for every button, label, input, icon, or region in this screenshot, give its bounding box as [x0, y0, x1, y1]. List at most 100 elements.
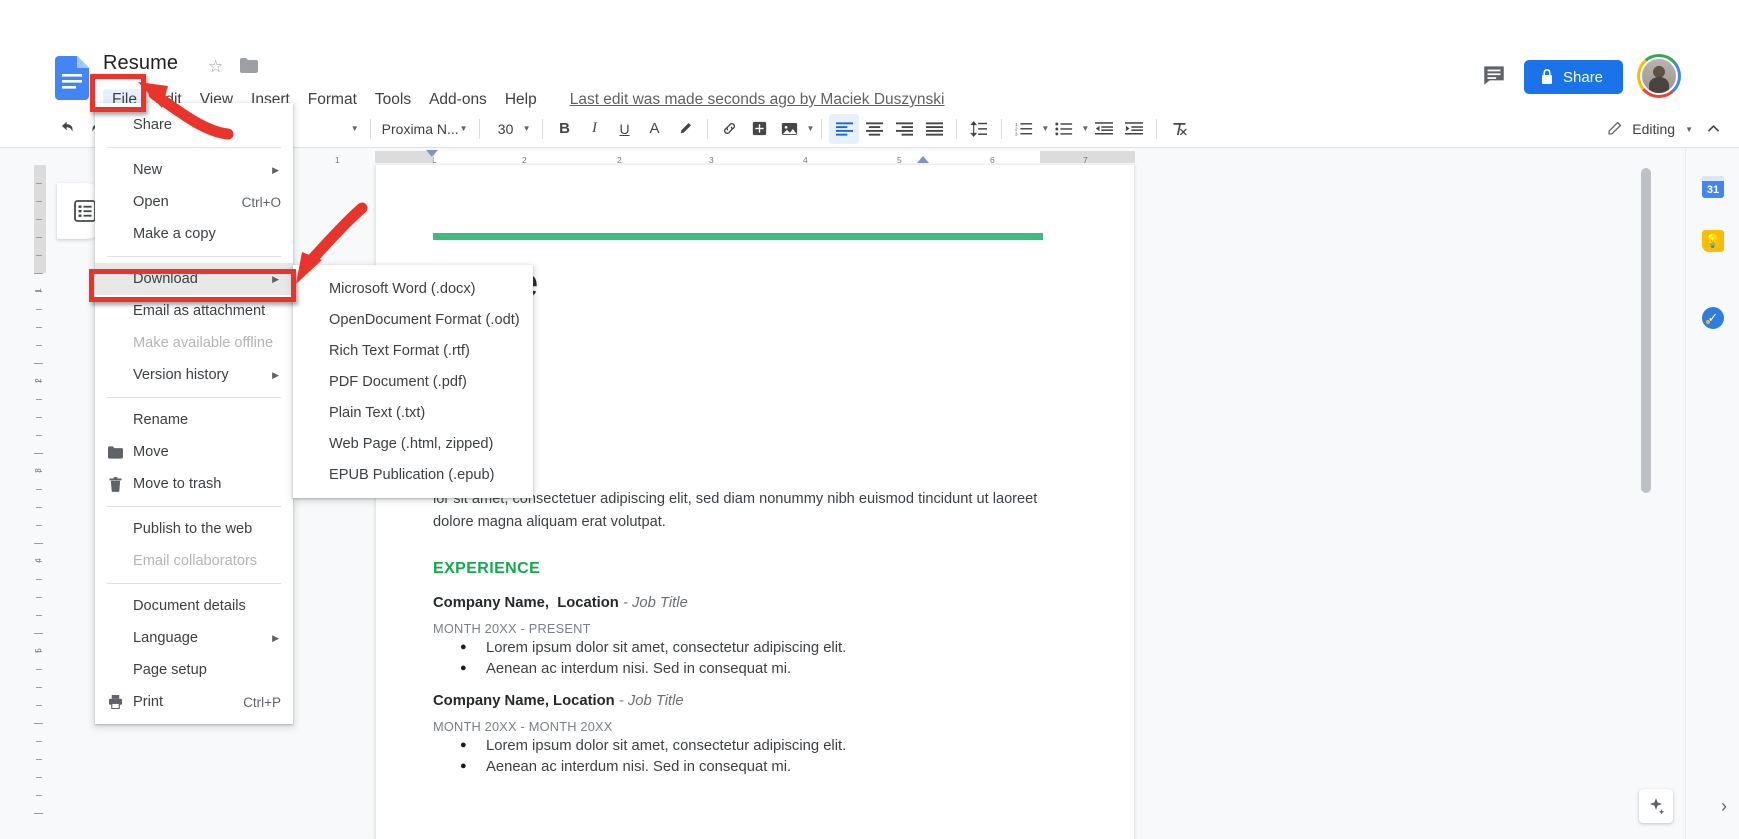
google-calendar-icon[interactable]: 31: [1702, 176, 1724, 198]
menu-item-open[interactable]: Open Ctrl+O: [95, 186, 293, 218]
star-outline-icon[interactable]: ☆: [208, 57, 223, 77]
menu-item-new[interactable]: New ▶: [95, 154, 293, 186]
menu-item-language[interactable]: Language ▶: [95, 622, 293, 654]
vruler-tick: 5: [33, 648, 43, 653]
menu-item-document-details[interactable]: Document details: [95, 590, 293, 622]
file-menu-dropdown[interactable]: Share New ▶ Open Ctrl+O Make a copy Down…: [95, 103, 293, 724]
chevron-right-icon[interactable]: ›: [1721, 796, 1727, 817]
ruler-tick: 7: [1083, 155, 1088, 165]
vertical-ruler[interactable]: 1 2 3 4 5: [31, 165, 48, 839]
align-left-icon[interactable]: [829, 113, 860, 144]
increase-indent-icon[interactable]: [1119, 114, 1149, 144]
menu-item-make-a-copy[interactable]: Make a copy: [95, 218, 293, 250]
submenu-item-txt[interactable]: Plain Text (.txt): [293, 397, 533, 428]
section-heading-experience: EXPERIENCE: [433, 560, 541, 577]
menu-item-move-to-trash[interactable]: Move to trash: [95, 468, 293, 500]
menu-item-publish-to-the-web[interactable]: Publish to the web: [95, 513, 293, 545]
menu-divider: [107, 506, 281, 507]
chevron-down-icon[interactable]: ▼: [1041, 124, 1049, 133]
chevron-right-icon: ▶: [272, 632, 279, 643]
bold-button[interactable]: B: [550, 114, 580, 144]
menu-item-print[interactable]: Print Ctrl+P: [95, 686, 293, 718]
ruler-tick: 5: [897, 155, 902, 165]
submenu-item-docx[interactable]: Microsoft Word (.docx): [293, 273, 533, 304]
ruler-tick: 2: [522, 155, 527, 165]
avatar-image: [1640, 57, 1678, 95]
menu-item-label: Make a copy: [133, 226, 216, 242]
align-justify-icon[interactable]: [919, 114, 949, 144]
right-indent-marker[interactable]: [917, 156, 929, 163]
pencil-icon: [1607, 119, 1624, 139]
folder-icon: [107, 444, 123, 460]
underline-button[interactable]: U: [610, 114, 640, 144]
hide-menus-button[interactable]: [1699, 115, 1727, 143]
add-comment-icon[interactable]: [745, 114, 775, 144]
line-spacing-icon[interactable]: [964, 114, 994, 144]
chevron-down-icon[interactable]: ▼: [807, 124, 815, 133]
submenu-item-html[interactable]: Web Page (.html, zipped): [293, 428, 533, 459]
job-bullets: Lorem ipsum dolor sit amet, consectetur …: [433, 637, 846, 680]
folder-icon[interactable]: [240, 58, 258, 73]
decrease-indent-icon[interactable]: [1089, 114, 1119, 144]
align-center-icon[interactable]: [859, 114, 889, 144]
font-size-value: 30: [497, 120, 514, 137]
download-submenu[interactable]: Microsoft Word (.docx) OpenDocument Form…: [293, 265, 533, 498]
submenu-item-odt[interactable]: OpenDocument Format (.odt): [293, 304, 533, 335]
menu-item-version-history[interactable]: Version history ▶: [95, 359, 293, 391]
first-line-indent-marker[interactable]: [426, 150, 438, 157]
image-icon[interactable]: [775, 114, 805, 144]
undo-icon[interactable]: [52, 114, 82, 144]
menu-item-label: Version history: [133, 367, 229, 383]
menu-item-make-available-offline: Make available offline: [95, 327, 293, 359]
google-docs-window: Resume ☆ File Edit View Insert Format To…: [0, 0, 1739, 839]
job-separator: -: [618, 693, 628, 709]
text-color-button[interactable]: A: [640, 114, 670, 144]
font-family-select[interactable]: Proxima N... ▼: [378, 121, 472, 137]
vruler-tick: 4: [33, 558, 43, 563]
font-size-select[interactable]: 30 ▼: [487, 121, 535, 137]
document-title[interactable]: Resume: [103, 52, 178, 75]
menu-item-label: Document details: [133, 598, 246, 614]
vertical-scrollbar[interactable]: [1641, 168, 1651, 493]
share-button[interactable]: Share: [1524, 60, 1624, 94]
highlight-pen-icon[interactable]: [670, 114, 700, 144]
submenu-item-pdf[interactable]: PDF Document (.pdf): [293, 366, 533, 397]
job-bullets: Lorem ipsum dolor sit amet, consectetur …: [433, 735, 846, 778]
editing-mode-selector[interactable]: Editing ▼: [1603, 119, 1697, 139]
toolbar-right-group: Editing ▼: [1603, 110, 1727, 148]
list-item: Lorem ipsum dolor sit amet, consectetur …: [433, 637, 846, 659]
numbered-list-icon[interactable]: 123: [1009, 114, 1039, 144]
toolbar-divider: [478, 118, 480, 139]
toolbar-divider: [1156, 118, 1158, 139]
last-edit-link[interactable]: Last edit was made seconds ago by Maciek…: [570, 91, 945, 109]
avatar[interactable]: [1637, 54, 1681, 98]
menu-tools[interactable]: Tools: [366, 89, 420, 111]
google-tasks-icon[interactable]: ✓: [1702, 307, 1724, 329]
submenu-item-epub[interactable]: EPUB Publication (.epub): [293, 459, 533, 490]
menu-format[interactable]: Format: [299, 89, 366, 111]
bulleted-list-icon[interactable]: [1049, 114, 1079, 144]
menu-item-label: Print: [133, 694, 164, 710]
italic-button[interactable]: I: [580, 114, 610, 144]
link-icon[interactable]: [715, 114, 745, 144]
list-item: Lorem ipsum dolor sit amet, consectetur …: [433, 735, 846, 757]
google-keep-icon[interactable]: 💡: [1702, 230, 1724, 252]
menu-item-label: Email collaborators: [133, 553, 258, 569]
menu-help[interactable]: Help: [496, 89, 546, 111]
menu-item-share[interactable]: Share: [95, 109, 293, 141]
comment-icon[interactable]: [1481, 62, 1507, 88]
chevron-down-icon[interactable]: ▼: [1081, 124, 1089, 133]
menu-item-rename[interactable]: Rename: [95, 404, 293, 436]
ruler-left-margin: [375, 151, 432, 163]
menu-item-email-as-attachment[interactable]: Email as attachment: [95, 295, 293, 327]
align-right-icon[interactable]: [889, 114, 919, 144]
menu-item-download[interactable]: Download ▶: [95, 263, 293, 295]
toolbar-divider: [956, 118, 958, 139]
menu-addons[interactable]: Add-ons: [420, 89, 496, 111]
submenu-item-rtf[interactable]: Rich Text Format (.rtf): [293, 335, 533, 366]
explore-icon[interactable]: [1639, 789, 1673, 823]
menu-item-page-setup[interactable]: Page setup: [95, 654, 293, 686]
menu-item-move[interactable]: Move: [95, 436, 293, 468]
vruler-tick: 2: [33, 378, 43, 383]
clear-formatting-icon[interactable]: [1164, 114, 1194, 144]
